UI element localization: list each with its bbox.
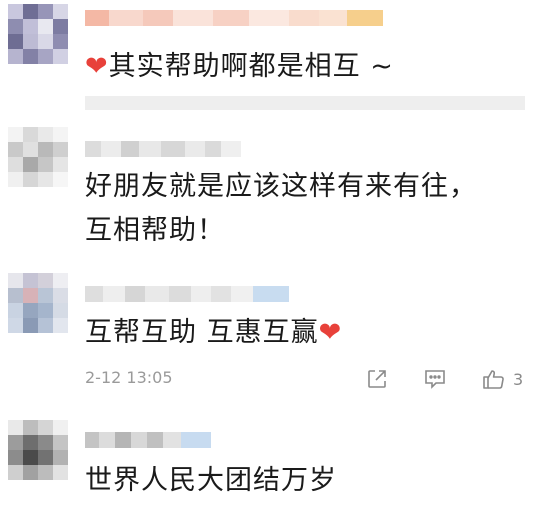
comment-icon: [425, 370, 445, 389]
comment-text-line-2: 互相帮助！: [85, 215, 225, 246]
like-button[interactable]: 3: [482, 366, 523, 392]
avatar[interactable]: [8, 420, 68, 480]
like-count: 3: [513, 369, 524, 389]
avatar[interactable]: [8, 4, 68, 64]
comment-body: 其实帮助啊都是相互 ~: [108, 51, 394, 82]
heart-emoji-icon: ❤: [85, 51, 109, 82]
username-blurred[interactable]: [85, 286, 289, 302]
comment-button[interactable]: [423, 366, 447, 392]
username-blurred[interactable]: [85, 141, 241, 157]
comment-text: 互帮互助 互惠互赢❤: [85, 312, 342, 354]
timestamp: 2-12 13:05: [85, 368, 173, 387]
comment-body: 互帮互助 互惠互赢: [85, 317, 319, 348]
avatar[interactable]: [8, 127, 68, 187]
comment-text: ❤其实帮助啊都是相互 ~: [85, 46, 394, 88]
username-blurred[interactable]: [85, 432, 211, 448]
comment-text-line-1: 好朋友就是应该这样有来有往，: [85, 171, 477, 202]
comment-text: 世界人民大团结万岁: [85, 465, 337, 496]
username-blurred[interactable]: [85, 10, 383, 26]
share-button[interactable]: [366, 366, 388, 392]
like-icon: [483, 370, 504, 389]
share-icon: [368, 370, 386, 388]
avatar[interactable]: [8, 273, 68, 333]
divider-bar: [85, 96, 525, 110]
heart-emoji-icon: ❤: [318, 317, 343, 348]
